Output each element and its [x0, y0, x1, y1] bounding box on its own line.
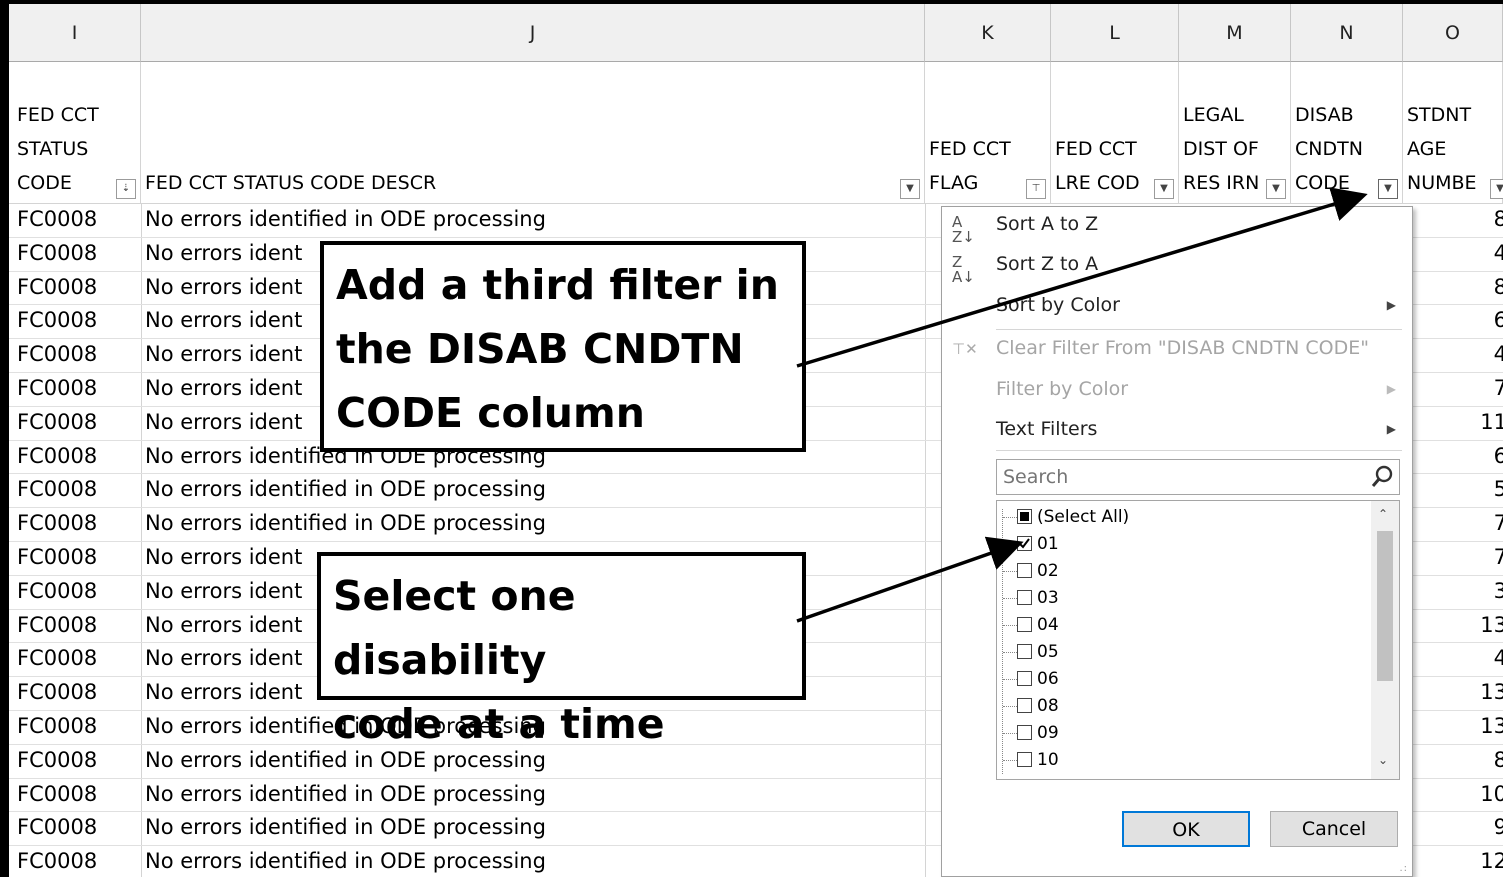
annotation-arrows — [796, 187, 1368, 623]
arrow-to-checkbox — [796, 536, 1024, 623]
spreadsheet: I J K L M N O FED CCT STATUS CODE ⇣ FED … — [9, 4, 1503, 877]
screenshot-frame: I J K L M N O FED CCT STATUS CODE ⇣ FED … — [0, 0, 1503, 877]
arrow-to-filter-button — [796, 187, 1368, 368]
